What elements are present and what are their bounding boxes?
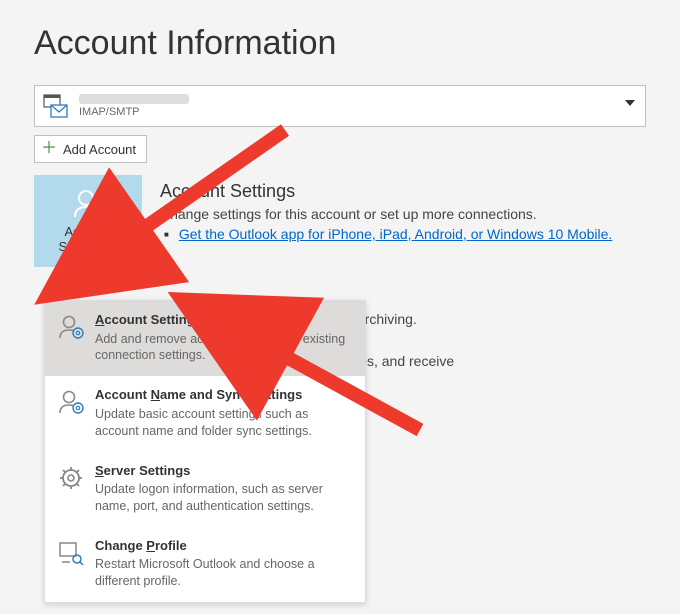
page-title: Account Information bbox=[34, 24, 646, 63]
user-gear-icon bbox=[57, 313, 85, 341]
account-settings-subtitle: Change settings for this account or set … bbox=[160, 206, 612, 222]
settings-button-line2: Settings bbox=[59, 240, 106, 255]
menu-account-name-sync[interactable]: Account Name and Sync Settings Update ba… bbox=[45, 376, 365, 451]
plus-icon: ＋ bbox=[41, 141, 57, 157]
menu-account-settings[interactable]: Account Settings... Add and remove accou… bbox=[45, 301, 365, 376]
user-gear-icon bbox=[71, 187, 105, 221]
account-settings-button[interactable]: Account Settings bbox=[34, 175, 142, 267]
mail-icon bbox=[43, 93, 69, 119]
chevron-down-icon bbox=[625, 100, 635, 106]
settings-button-line1: Account bbox=[59, 225, 118, 240]
menu-change-profile[interactable]: Change Profile Restart Microsoft Outlook… bbox=[45, 527, 365, 602]
add-account-button[interactable]: ＋ Add Account bbox=[34, 135, 147, 163]
account-selector[interactable]: IMAP/SMTP bbox=[34, 85, 646, 127]
account-settings-dropdown: Account Settings... Add and remove accou… bbox=[44, 300, 366, 603]
change-profile-icon bbox=[57, 539, 85, 567]
account-settings-heading: Account Settings bbox=[160, 181, 612, 202]
account-email-redacted bbox=[79, 94, 189, 104]
gear-icon bbox=[57, 464, 85, 492]
account-type: IMAP/SMTP bbox=[79, 106, 189, 118]
menu-server-settings[interactable]: Server Settings Update logon information… bbox=[45, 452, 365, 527]
chevron-down-icon bbox=[109, 245, 117, 250]
add-account-label: Add Account bbox=[63, 142, 136, 157]
get-outlook-app-link[interactable]: Get the Outlook app for iPhone, iPad, An… bbox=[179, 226, 612, 242]
user-gear-icon bbox=[57, 388, 85, 416]
